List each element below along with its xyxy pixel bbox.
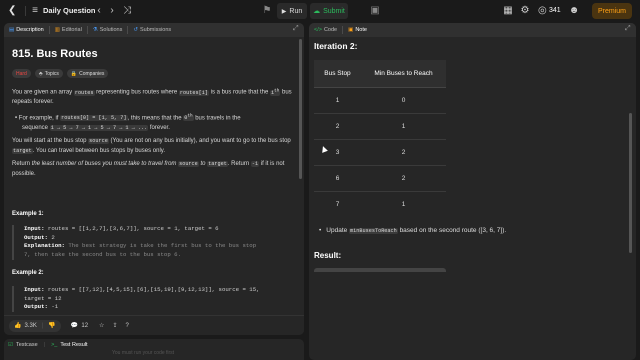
problem-title: 815. Bus Routes: [12, 48, 98, 60]
coin-count: 341: [549, 7, 561, 14]
book-icon: ▥: [54, 27, 60, 33]
example-1-block: Input: routes = [[1,2,7],[3,6,7]], sourc…: [12, 225, 296, 260]
column-header: Bus Stop: [314, 60, 361, 88]
column-header: Min Buses to Reach: [361, 60, 446, 88]
daily-question-title[interactable]: Daily Question: [43, 4, 96, 18]
test-panel: ☑ Testcase | >_ Test Result You must run…: [4, 339, 304, 360]
problem-description: You are given an array routes representi…: [12, 86, 294, 183]
companies-badge[interactable]: 🔒 Companies: [66, 69, 109, 78]
premium-button[interactable]: Premium: [592, 3, 632, 19]
history-icon: ↺: [133, 27, 138, 33]
thumbs-up-icon: 👍: [14, 323, 22, 329]
document-icon: ▤: [9, 27, 15, 33]
scrollbar[interactable]: [629, 113, 632, 253]
example-2-block: Input: routes = [[7,12],[4,5,15],[6],[15…: [12, 286, 296, 313]
difficulty-badge: Hard: [12, 69, 31, 78]
thumbs-down-icon[interactable]: 👎: [48, 322, 55, 329]
star-icon[interactable]: ☆: [99, 322, 104, 329]
prev-problem-icon[interactable]: ‹: [95, 4, 103, 18]
help-icon[interactable]: ?: [125, 323, 128, 329]
next-problem-icon[interactable]: ›: [108, 4, 116, 18]
flask-icon: ⚗: [92, 27, 98, 33]
tab-note[interactable]: ▣ Note: [343, 23, 372, 37]
problem-badges: Hard ⬘ Topics 🔒 Companies: [12, 69, 109, 78]
table-row: 71: [335, 200, 406, 208]
tab-submissions[interactable]: ↺ Submissions: [128, 23, 176, 37]
divider: |: [43, 342, 46, 348]
table-row: 21: [314, 113, 446, 140]
terminal-icon: >_: [51, 342, 58, 348]
play-icon: ▶: [281, 8, 287, 15]
run-hint: You must run your code first: [112, 350, 175, 356]
expand-icon[interactable]: ⤢: [625, 25, 631, 33]
share-icon[interactable]: ⇪: [112, 322, 117, 329]
submit-button[interactable]: ☁ Submit: [310, 3, 348, 19]
debug-icon[interactable]: ⚑: [262, 4, 272, 18]
code-icon: </>: [314, 27, 322, 33]
result-table-top: [314, 268, 446, 272]
table-row: 10: [314, 87, 446, 114]
layout-icon[interactable]: ▦: [503, 4, 513, 18]
coin-icon: ◎: [538, 5, 547, 16]
tab-description[interactable]: ▤ Description: [4, 23, 49, 37]
leetcode-logo-icon[interactable]: ❮: [8, 5, 20, 17]
comments-button[interactable]: 💬 12: [66, 320, 93, 332]
right-tabs: </> Code ▣ Note: [309, 23, 636, 37]
min-buses-table: Bus Stop Min Buses to Reach 10 21 32 62 …: [314, 60, 446, 217]
result-heading: Result:: [314, 251, 342, 260]
description-paragraph: You are given an array routes representi…: [12, 88, 292, 106]
description-tabs: ▤ Description ▥ Editorial ⚗ Solutions ↺ Subm…: [4, 23, 304, 37]
description-paragraph: You will start at the bus stop source (Y…: [12, 138, 291, 154]
table-row: 62: [314, 165, 446, 192]
checkbox-icon: ☑: [8, 342, 13, 348]
example-bullet: • For example, if routes[0] = [1, 5, 7],…: [15, 113, 241, 131]
like-button[interactable]: 👍 3.3K | 👎: [9, 319, 61, 332]
update-bullet: • Update minBusesToReach based on the se…: [319, 227, 507, 234]
shuffle-icon[interactable]: ⤨: [122, 4, 132, 18]
expand-icon[interactable]: ⤢: [293, 25, 299, 33]
tab-test-result[interactable]: Test Result: [60, 342, 87, 348]
tab-editorial[interactable]: ▥ Editorial: [50, 23, 87, 37]
avatar[interactable]: ☻: [568, 4, 580, 18]
upload-icon: ☁: [313, 8, 321, 15]
tab-code[interactable]: </> Code: [309, 23, 342, 37]
top-navbar: ❮ ≡ Daily Question ‹ › ⤨ ⚑ ▶ Run ☁ Submit …: [0, 0, 640, 22]
topics-badge[interactable]: ⬘ Topics: [34, 69, 63, 78]
note-panel: </> Code ▣ Note ⤢ Iteration 2: Bus Stop Mi…: [309, 23, 636, 360]
table-row: 32: [314, 139, 446, 166]
tab-testcase[interactable]: Testcase: [16, 342, 38, 348]
problem-list-icon[interactable]: ≡: [30, 4, 40, 18]
divider: [25, 6, 26, 16]
settings-gear-icon[interactable]: ⚙: [520, 4, 530, 18]
note-icon: ▣: [348, 27, 354, 33]
scrollbar[interactable]: [299, 39, 302, 179]
iteration-heading: Iteration 2:: [314, 41, 358, 51]
description-paragraph: Return the least number of buses you mus…: [12, 161, 285, 177]
run-button[interactable]: ▶ Run: [277, 3, 307, 19]
description-panel: ▤ Description ▥ Editorial ⚗ Solutions ↺ Subm…: [4, 23, 304, 335]
tag-icon: ⬘: [38, 70, 43, 77]
example-1-heading: Example 1:: [12, 211, 44, 217]
example-2-heading: Example 2:: [12, 270, 44, 276]
description-footer: 👍 3.3K | 👎 💬 12 ☆ ⇪ ?: [4, 315, 304, 335]
notes-icon[interactable]: ▣: [370, 4, 380, 18]
lock-icon: 🔒: [70, 70, 78, 77]
comment-icon: 💬: [70, 323, 79, 329]
tab-solutions[interactable]: ⚗ Solutions: [88, 23, 128, 37]
